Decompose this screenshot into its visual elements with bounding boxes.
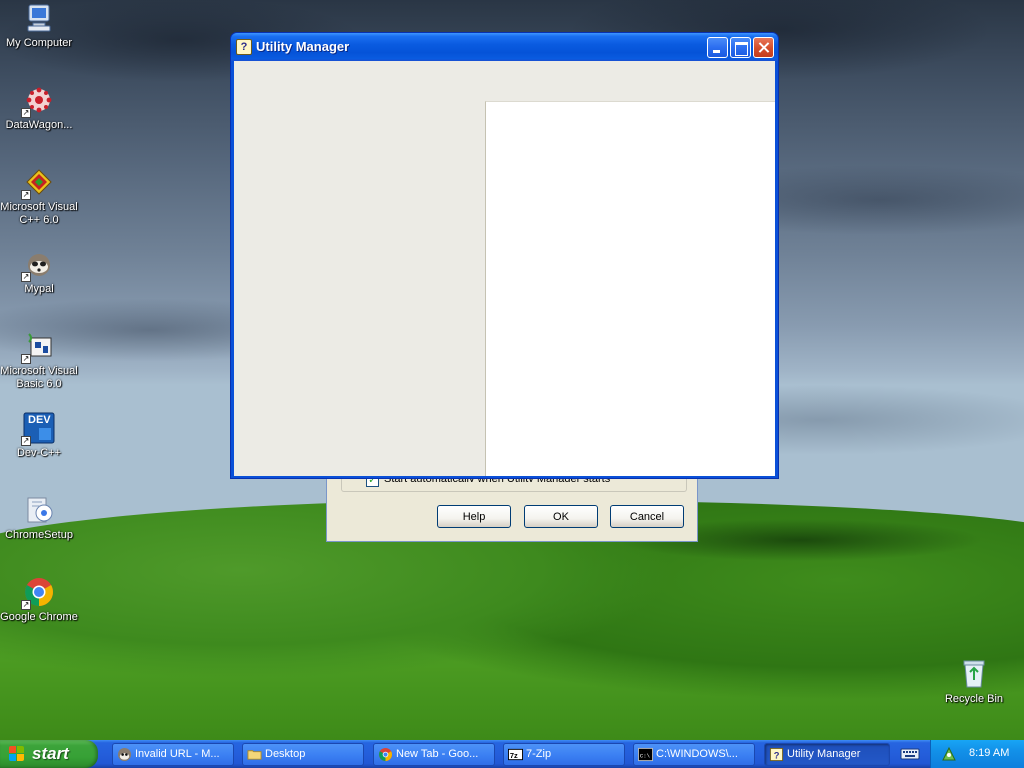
- accessibility-tray-icon[interactable]: [941, 746, 957, 762]
- desktop-icon-recycle-bin[interactable]: Recycle Bin: [935, 658, 1013, 706]
- utility-manager-window: ? Utility Manager: [230, 32, 779, 479]
- desktop-icon-visual-cpp[interactable]: ↗ Microsoft Visual C++ 6.0: [0, 166, 78, 227]
- utility-manager-icon: ?: [236, 39, 252, 55]
- task-label: New Tab - Goo...: [396, 748, 479, 760]
- task-label: Utility Manager: [787, 748, 861, 760]
- dev-cpp-icon: DEV ↗: [21, 412, 55, 446]
- task-label: Invalid URL - M...: [135, 748, 220, 760]
- recycle-bin-icon: [958, 658, 990, 690]
- visual-basic-icon: ↗: [21, 330, 55, 364]
- window-titlebar[interactable]: ? Utility Manager: [231, 33, 778, 61]
- 7zip-icon: 7z: [508, 747, 523, 762]
- windows-flag-icon: [9, 746, 26, 762]
- desktop-icon-mypal[interactable]: ↗ Mypal: [0, 248, 78, 296]
- cmd-icon: C:\: [638, 747, 653, 762]
- left-pane: [234, 61, 485, 476]
- utility-manager-icon: ?: [769, 747, 784, 762]
- shortcut-arrow-icon: ↗: [21, 600, 31, 610]
- shortcut-arrow-icon: ↗: [21, 436, 31, 446]
- dev-badge: DEV: [28, 414, 51, 426]
- taskbar-button-mypal[interactable]: Invalid URL - M...: [112, 743, 234, 766]
- desktop-icon-chrome-setup[interactable]: ChromeSetup: [0, 494, 78, 542]
- task-label: 7-Zip: [526, 748, 552, 760]
- keyboard-language-icon[interactable]: [900, 746, 920, 762]
- svg-text:C:\: C:\: [640, 752, 651, 759]
- folder-icon: [247, 747, 262, 762]
- taskbar-button-cmd[interactable]: C:\ C:\WINDOWS\...: [633, 743, 755, 766]
- start-label: start: [32, 744, 69, 763]
- ok-button[interactable]: OK: [524, 505, 598, 528]
- visual-cpp-icon: ↗: [21, 166, 55, 200]
- help-button[interactable]: Help: [437, 505, 511, 528]
- mypal-icon: [117, 747, 132, 762]
- utility-settings-dialog: ✓ Start automatically when Utility Manag…: [326, 470, 698, 542]
- taskbar-button-desktop[interactable]: Desktop: [242, 743, 364, 766]
- desktop-icon-datawagon[interactable]: ↗ DataWagon...: [0, 84, 78, 132]
- right-pane-content[interactable]: [485, 101, 775, 476]
- mypal-icon: ↗: [21, 248, 55, 282]
- google-chrome-icon: ↗: [21, 576, 55, 610]
- system-tray: 8:19 AM: [930, 740, 1024, 768]
- taskbar-button-chrome[interactable]: New Tab - Goo...: [373, 743, 495, 766]
- close-button[interactable]: [753, 37, 774, 58]
- shortcut-arrow-icon: ↗: [21, 354, 31, 364]
- maximize-button[interactable]: [730, 37, 751, 58]
- desktop-icon-google-chrome[interactable]: ↗ Google Chrome: [0, 576, 78, 624]
- svg-text:7z: 7z: [510, 751, 518, 760]
- start-button[interactable]: start: [0, 740, 98, 768]
- shortcut-arrow-icon: ↗: [21, 272, 31, 282]
- shortcut-arrow-icon: ↗: [21, 190, 31, 200]
- shortcut-arrow-icon: ↗: [21, 108, 31, 118]
- taskbar: start Invalid URL - M... Desktop New Tab…: [0, 740, 1024, 768]
- svg-text:?: ?: [774, 750, 780, 760]
- window-client-area: [234, 61, 775, 476]
- my-computer-icon: [23, 2, 55, 34]
- datawagon-icon: ↗: [21, 84, 55, 118]
- window-title: Utility Manager: [256, 39, 350, 54]
- clock[interactable]: 8:19 AM: [969, 747, 1009, 759]
- task-label: Desktop: [265, 748, 306, 760]
- desktop: My Computer ↗ DataWagon... ↗ Microsoft V…: [0, 0, 1024, 740]
- desktop-icon-dev-cpp[interactable]: DEV ↗ Dev-C++: [0, 412, 78, 460]
- taskbar-button-utility-manager[interactable]: ? Utility Manager: [764, 743, 890, 766]
- right-pane-header: [485, 61, 775, 101]
- chrome-setup-icon: [23, 494, 55, 526]
- taskbar-button-7zip[interactable]: 7z 7-Zip: [503, 743, 625, 766]
- desktop-icon-visual-basic[interactable]: ↗ Microsoft Visual Basic 6.0: [0, 330, 78, 391]
- chrome-icon: [378, 747, 393, 762]
- desktop-icon-my-computer[interactable]: My Computer: [0, 2, 78, 50]
- task-label: C:\WINDOWS\...: [656, 748, 738, 760]
- cancel-button[interactable]: Cancel: [610, 505, 684, 528]
- minimize-button[interactable]: [707, 37, 728, 58]
